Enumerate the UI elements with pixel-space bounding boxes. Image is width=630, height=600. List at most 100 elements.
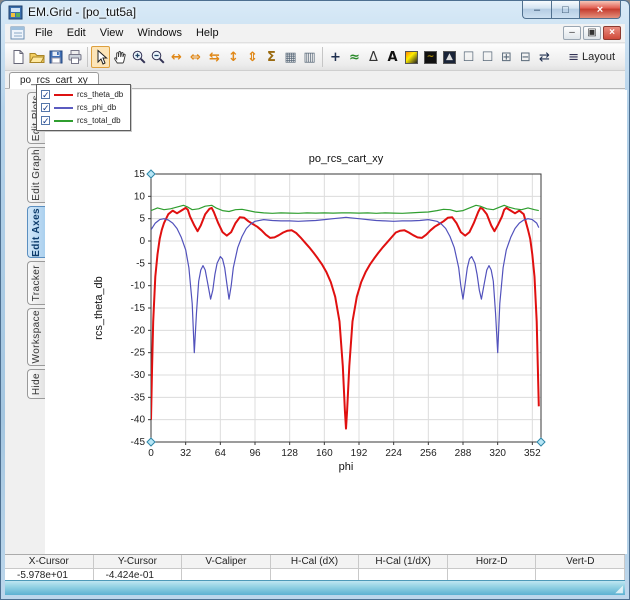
contour-view-button[interactable]: ~ <box>421 46 440 68</box>
chart-svg[interactable]: 0326496128160192224256288320352151050-5-… <box>45 90 627 554</box>
minimize-button[interactable]: – <box>522 1 551 19</box>
svg-text:-25: -25 <box>131 348 146 359</box>
sidebar-tab-label: Workspace <box>31 310 42 363</box>
resize-grip-icon[interactable]: ◢ <box>615 584 623 595</box>
axes-handle[interactable] <box>537 438 545 446</box>
legend-label: rcs_theta_db <box>77 90 123 99</box>
svg-text:64: 64 <box>215 448 227 459</box>
text-annotation-button[interactable]: A <box>383 46 402 68</box>
svg-text:-5: -5 <box>136 258 145 269</box>
menu-view[interactable]: View <box>93 25 131 41</box>
svg-text:256: 256 <box>420 448 437 459</box>
zoom-out-button[interactable] <box>148 46 167 68</box>
svg-text:0: 0 <box>139 236 145 247</box>
cursor-table-header-y-cursor: Y-Cursor <box>94 555 183 569</box>
svg-text:352: 352 <box>524 448 541 459</box>
chart[interactable]: 0326496128160192224256288320352151050-5-… <box>45 90 627 559</box>
svg-text:96: 96 <box>249 448 261 459</box>
svg-text:-15: -15 <box>131 303 146 314</box>
toolbar-separator <box>322 47 323 67</box>
sidebar-tab-tracker[interactable]: Tracker <box>27 261 45 305</box>
sidebar-tab-edit-axes[interactable]: Edit Axes <box>27 206 45 258</box>
legend-item-rcs-total-db: ✓rcs_total_db <box>41 114 123 127</box>
split-horizontal-button[interactable]: ⊞ <box>497 46 516 68</box>
delta-marker-button[interactable]: Δ <box>364 46 383 68</box>
cursor-table: X-CursorY-CursorV-CaliperH-Cal (dX)H-Cal… <box>5 554 625 582</box>
select-cursor-button[interactable] <box>91 46 110 68</box>
svg-text:288: 288 <box>455 448 472 459</box>
menu-windows[interactable]: Windows <box>130 25 189 41</box>
svg-text:5: 5 <box>139 214 145 225</box>
open-button[interactable] <box>27 46 46 68</box>
new-button[interactable] <box>8 46 27 68</box>
svg-text:-30: -30 <box>131 370 146 381</box>
cursor-table-header-vert-d: Vert-D <box>536 555 625 569</box>
mdi-restore-button[interactable]: ▣ <box>583 26 601 40</box>
legend-line-sample-icon <box>54 94 73 96</box>
surface-view-button[interactable]: ▲ <box>440 46 459 68</box>
split-vertical-button[interactable]: ⊟ <box>516 46 535 68</box>
legend-line-sample-icon <box>54 107 73 109</box>
series-rcs-phi-db[interactable] <box>151 217 539 352</box>
menu-edit[interactable]: Edit <box>60 25 93 41</box>
svg-text:32: 32 <box>180 448 192 459</box>
statusbar: ◢ <box>5 580 625 595</box>
layout-icon: ≡ <box>568 50 579 65</box>
svg-text:320: 320 <box>489 448 506 459</box>
legend-box[interactable]: ✓ rcs_theta_db ✓ rcs_phi_db ✓rcs_total_db <box>36 84 131 131</box>
option-b-button[interactable]: ☐ <box>478 46 497 68</box>
svg-text:10: 10 <box>134 191 146 202</box>
print-button[interactable] <box>65 46 84 68</box>
table-view-button[interactable]: ▥ <box>300 46 319 68</box>
y-axis-label: rcs_theta_db <box>93 276 105 340</box>
svg-text:-35: -35 <box>131 392 146 403</box>
close-button[interactable]: × <box>579 1 621 19</box>
fit-y-limits-button[interactable]: ⇕ <box>243 46 262 68</box>
layout-button[interactable]: ≡Layout <box>561 46 622 68</box>
svg-text:15: 15 <box>134 169 146 180</box>
cursor-table-header-horz-d: Horz-D <box>448 555 537 569</box>
curve-tools-button[interactable]: ≈ <box>345 46 364 68</box>
svg-text:128: 128 <box>281 448 298 459</box>
plot-canvas[interactable]: 0326496128160192224256288320352151050-5-… <box>45 90 627 554</box>
svg-text:-10: -10 <box>131 281 146 292</box>
autoscale-sum-button[interactable]: Σ <box>262 46 281 68</box>
sidebar-tab-label: Edit Graph <box>31 149 42 201</box>
svg-text:-20: -20 <box>131 325 146 336</box>
zoom-in-button[interactable] <box>129 46 148 68</box>
colormap-view-button[interactable] <box>402 46 421 68</box>
toolbar-buttons: ↔⇔⇆↕⇕Σ▦▥+≈ΔA~▲☐☐⊞⊟⇄≡Layout <box>5 44 625 71</box>
legend-line-sample-icon <box>54 120 73 122</box>
sidebar-tab-edit-graph[interactable]: Edit Graph <box>27 147 45 203</box>
sidebar-tab-hide[interactable]: Hide <box>27 369 45 399</box>
cursor-table-header-h-cal-dx: H-Cal (dX) <box>271 555 360 569</box>
axes-handle[interactable] <box>147 438 155 446</box>
pan-x-button[interactable]: ⇆ <box>205 46 224 68</box>
titlebar[interactable]: EM.Grid - [po_tut5a] – □ × <box>1 1 629 24</box>
pan-hand-button[interactable] <box>110 46 129 68</box>
mdi-close-button[interactable]: × <box>603 26 621 40</box>
legend-checkbox[interactable]: ✓ <box>41 103 50 112</box>
legend-checkbox[interactable]: ✓ <box>41 90 50 99</box>
maximize-button[interactable]: □ <box>551 1 579 19</box>
toolbar-separator <box>87 47 88 67</box>
grid-toggle-button[interactable]: ▦ <box>281 46 300 68</box>
document-icon[interactable] <box>10 26 26 40</box>
save-button[interactable] <box>46 46 65 68</box>
menu-file[interactable]: File <box>28 25 60 41</box>
fit-y-button[interactable]: ↕ <box>224 46 243 68</box>
swap-axes-button[interactable]: ⇄ <box>535 46 554 68</box>
legend-label: rcs_phi_db <box>77 103 116 112</box>
window-title: EM.Grid - [po_tut5a] <box>28 5 136 19</box>
add-cursor-button[interactable]: + <box>326 46 345 68</box>
fit-x-limits-button[interactable]: ⇔ <box>186 46 205 68</box>
menu-help[interactable]: Help <box>189 25 226 41</box>
sidebar-tab-label: Tracker <box>31 265 42 301</box>
mdi-minimize-button[interactable]: – <box>563 26 581 40</box>
fit-x-button[interactable]: ↔ <box>167 46 186 68</box>
sidebar-tab-workspace[interactable]: Workspace <box>27 308 45 366</box>
legend-checkbox[interactable]: ✓ <box>41 116 50 125</box>
option-a-button[interactable]: ☐ <box>459 46 478 68</box>
axes-handle[interactable] <box>147 170 155 178</box>
sidebar-tab-label: Edit Axes <box>31 208 42 257</box>
